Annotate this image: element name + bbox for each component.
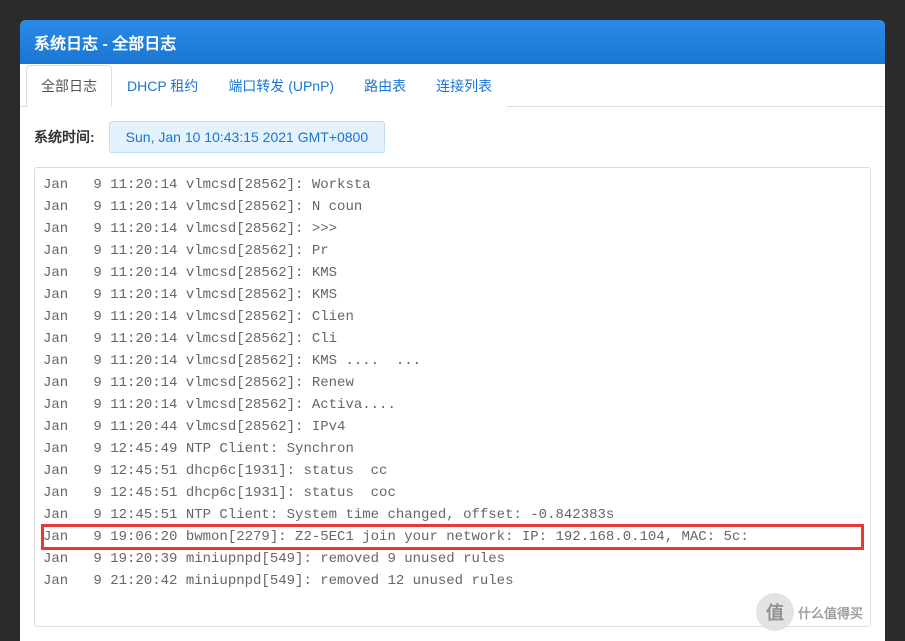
system-time-row: 系统时间: Sun, Jan 10 10:43:15 2021 GMT+0800 <box>34 121 871 153</box>
content-area: 系统时间: Sun, Jan 10 10:43:15 2021 GMT+0800… <box>20 107 885 641</box>
log-line: Jan 9 11:20:14 vlmcsd[28562]: Renew <box>43 372 862 394</box>
log-scroll-container[interactable]: Jan 9 11:20:14 vlmcsd[28562]: WorkstaJan… <box>34 167 871 627</box>
log-line: Jan 9 11:20:14 vlmcsd[28562]: Cli <box>43 328 862 350</box>
log-line: Jan 9 11:20:14 vlmcsd[28562]: KMS .... .… <box>43 350 862 372</box>
watermark: 值 什么值得买 <box>756 593 863 631</box>
tab-port-forward-upnp[interactable]: 端口转发 (UPnP) <box>213 65 349 107</box>
log-line: Jan 9 12:45:51 dhcp6c[1931]: status coc <box>43 482 862 504</box>
tab-dhcp-leases[interactable]: DHCP 租约 <box>112 65 213 107</box>
log-line: Jan 9 11:20:14 vlmcsd[28562]: Activa.... <box>43 394 862 416</box>
watermark-icon: 值 <box>756 593 794 631</box>
tab-routing-table[interactable]: 路由表 <box>349 65 421 107</box>
log-line: Jan 9 11:20:14 vlmcsd[28562]: N coun <box>43 196 862 218</box>
log-line: Jan 9 12:45:51 dhcp6c[1931]: status cc <box>43 460 862 482</box>
log-line: Jan 9 11:20:14 vlmcsd[28562]: KMS <box>43 262 862 284</box>
log-line: Jan 9 11:20:14 vlmcsd[28562]: Clien <box>43 306 862 328</box>
log-panel: 系统日志 - 全部日志 全部日志 DHCP 租约 端口转发 (UPnP) 路由表… <box>20 20 885 641</box>
system-time-value: Sun, Jan 10 10:43:15 2021 GMT+0800 <box>109 121 385 153</box>
log-line: Jan 9 12:45:49 NTP Client: Synchron <box>43 438 862 460</box>
log-line-highlighted: Jan 9 19:06:20 bwmon[2279]: Z2-5EC1 join… <box>43 526 862 548</box>
system-time-label: 系统时间: <box>34 127 95 147</box>
log-line: Jan 9 11:20:14 vlmcsd[28562]: Pr <box>43 240 862 262</box>
panel-title: 系统日志 - 全部日志 <box>20 20 885 64</box>
log-line: Jan 9 11:20:14 vlmcsd[28562]: KMS <box>43 284 862 306</box>
log-line: Jan 9 12:45:51 NTP Client: System time c… <box>43 504 862 526</box>
log-line: Jan 9 11:20:14 vlmcsd[28562]: Worksta <box>43 174 862 196</box>
log-content: Jan 9 11:20:14 vlmcsd[28562]: WorkstaJan… <box>35 168 870 598</box>
tab-all-logs[interactable]: 全部日志 <box>26 65 112 107</box>
watermark-text: 什么值得买 <box>798 603 863 622</box>
tab-connection-list[interactable]: 连接列表 <box>421 65 507 107</box>
log-line: Jan 9 11:20:44 vlmcsd[28562]: IPv4 <box>43 416 862 438</box>
log-line: Jan 9 11:20:14 vlmcsd[28562]: >>> <box>43 218 862 240</box>
tab-bar: 全部日志 DHCP 租约 端口转发 (UPnP) 路由表 连接列表 <box>20 64 885 107</box>
log-line: Jan 9 21:20:42 miniupnpd[549]: removed 1… <box>43 570 862 592</box>
log-line: Jan 9 19:20:39 miniupnpd[549]: removed 9… <box>43 548 862 570</box>
